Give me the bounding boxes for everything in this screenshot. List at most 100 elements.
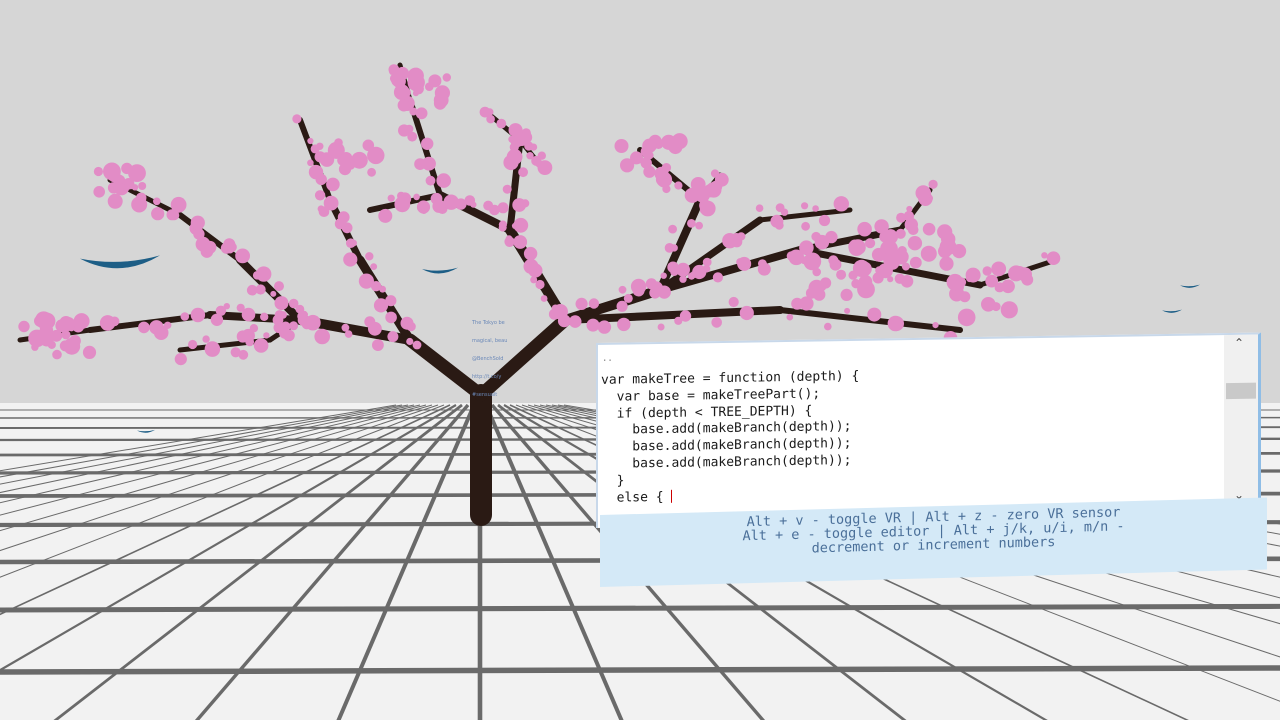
blossom — [406, 321, 416, 332]
blossom — [859, 262, 871, 274]
blossom — [301, 319, 312, 330]
blossom — [906, 205, 913, 213]
blossom — [314, 190, 326, 201]
blossom — [1046, 251, 1061, 265]
blossom — [396, 66, 409, 80]
blossom — [668, 224, 677, 234]
blossom — [991, 302, 1001, 312]
scrollbar-thumb[interactable] — [1226, 382, 1256, 400]
blossom — [850, 239, 866, 256]
blossom — [952, 244, 967, 259]
blossom — [297, 311, 307, 321]
chevron-up-icon[interactable]: ⌃ — [1231, 336, 1247, 350]
blossom — [995, 282, 1005, 293]
blossom — [1021, 273, 1034, 286]
blossom — [138, 321, 150, 334]
blossom — [389, 68, 396, 75]
blossom — [253, 338, 269, 353]
blossom — [710, 180, 723, 193]
blossom — [59, 316, 73, 330]
blossom — [274, 317, 282, 325]
blossom — [523, 258, 539, 274]
blossom — [343, 252, 358, 267]
blossom — [537, 151, 546, 160]
blossom — [630, 151, 643, 165]
blossom — [907, 236, 923, 251]
blossom — [957, 308, 976, 327]
blossom — [153, 325, 169, 341]
blossom — [153, 197, 161, 206]
blossom — [107, 193, 123, 209]
blossom — [537, 160, 553, 176]
blossom — [530, 143, 538, 151]
blossom — [851, 279, 861, 289]
blossom — [687, 219, 696, 228]
code-editor-panel[interactable]: .. var makeTree = function (depth) { var… — [596, 332, 1261, 528]
blossom — [836, 269, 847, 280]
blossom — [314, 328, 331, 345]
blossom — [483, 200, 494, 211]
blossom — [47, 340, 56, 349]
editor-top-marker: .. — [602, 353, 613, 364]
blossom — [679, 275, 687, 283]
blossom — [825, 230, 838, 244]
blossom — [82, 345, 97, 359]
blossom — [865, 238, 876, 249]
blossom — [586, 318, 600, 332]
blossom — [215, 305, 227, 316]
blossom — [505, 235, 513, 243]
blossom — [367, 167, 376, 177]
blossom — [928, 179, 938, 189]
current-line-text[interactable]: else { — [601, 489, 671, 506]
blossom — [510, 128, 518, 136]
blossom — [755, 204, 764, 212]
blossom — [246, 284, 258, 296]
blossom — [317, 205, 325, 213]
blossom — [270, 290, 277, 297]
blossom — [378, 208, 393, 223]
blossom — [965, 274, 974, 283]
blossom — [252, 271, 262, 280]
blossom — [432, 199, 446, 213]
blossom — [412, 83, 424, 95]
blossom — [867, 307, 882, 322]
blossom — [695, 187, 710, 203]
blossom — [938, 244, 952, 259]
blossom — [508, 135, 516, 143]
blossom — [414, 158, 426, 171]
blossom — [425, 175, 436, 186]
blossom — [895, 228, 906, 239]
blossom — [857, 221, 872, 237]
blossom — [803, 252, 822, 271]
blossom — [872, 272, 884, 284]
blossom — [174, 353, 187, 366]
blossom — [575, 297, 588, 310]
blossom — [820, 277, 832, 289]
blossom — [370, 281, 382, 292]
blossom — [35, 311, 53, 329]
blossom — [421, 137, 434, 150]
blossom — [894, 273, 905, 284]
blossom — [326, 177, 340, 192]
blossom — [676, 262, 690, 277]
blossom — [29, 335, 41, 347]
blossom — [758, 259, 767, 268]
blossom — [739, 305, 754, 321]
blossom — [920, 245, 937, 262]
blossom — [204, 341, 221, 357]
editor-scrollbar[interactable]: ⌃ ⌄ — [1224, 334, 1258, 519]
blossom — [702, 257, 712, 267]
blossom — [436, 86, 448, 98]
blossom — [73, 313, 90, 330]
blossom — [645, 278, 658, 290]
sign-line: @BenchSold — [472, 356, 504, 362]
blossom — [99, 315, 116, 331]
blossom — [818, 214, 831, 227]
blossom — [674, 181, 683, 190]
blossom — [942, 257, 951, 267]
blossom — [190, 215, 205, 230]
blossom — [518, 167, 528, 178]
blossom — [52, 349, 62, 360]
blossom — [406, 337, 414, 346]
blossom — [616, 300, 628, 312]
